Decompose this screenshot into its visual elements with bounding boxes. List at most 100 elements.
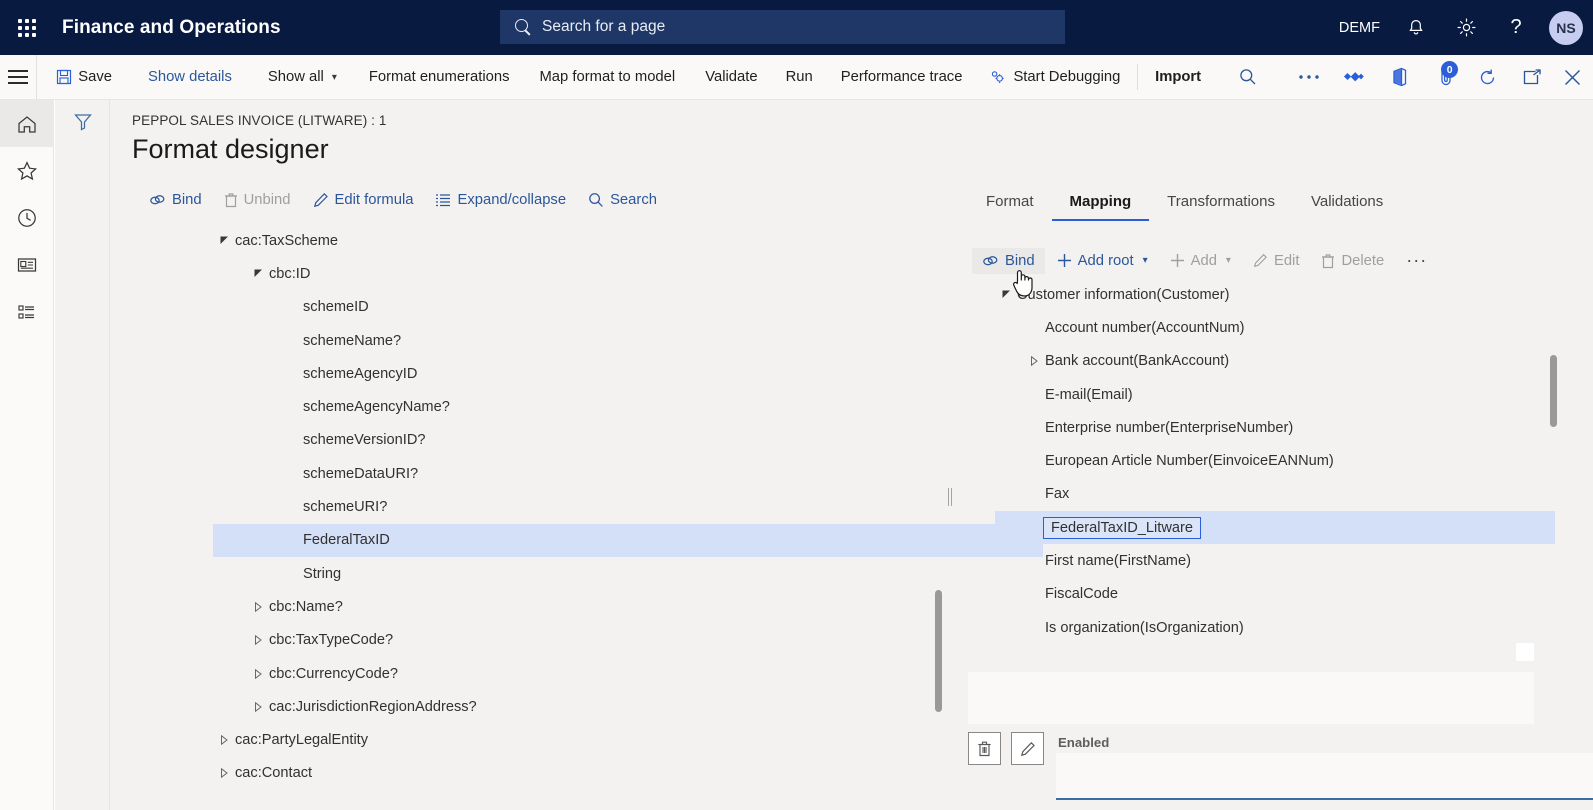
avatar[interactable]: NS [1549,10,1583,45]
global-search-input[interactable]: Search for a page [500,10,1065,44]
tree-node[interactable]: cac:Contact [213,757,1043,790]
tree-node[interactable]: schemeAgencyID [213,357,1043,390]
gear-icon[interactable] [1443,0,1489,55]
delete-button: Delete [1311,248,1394,274]
chevron-collapsed-icon[interactable] [1023,356,1045,367]
tree-node[interactable]: schemeDataURI? [213,457,1043,490]
page-title: Format designer [132,134,329,164]
bell-icon[interactable] [1393,0,1439,55]
workspace: PEPPOL SALES INVOICE (LITWARE) : 1 Forma… [110,100,1593,810]
show-details-button[interactable]: Show details [137,55,243,99]
hamburger-icon[interactable] [0,55,38,99]
tree-node[interactable]: Is organization(IsOrganization) [995,611,1555,644]
enabled-field[interactable] [1056,753,1593,798]
tree-node[interactable]: cac:TaxScheme [213,224,1043,257]
expand-collapse-button[interactable]: Expand/collapse [426,188,575,212]
chevron-collapsed-icon[interactable] [213,735,235,746]
share-diamond-icon[interactable] [1341,55,1366,99]
map-format-to-model-button[interactable]: Map format to model [528,55,686,99]
tree-node[interactable]: schemeAgencyName? [213,390,1043,423]
tree-node[interactable]: schemeURI? [213,490,1043,523]
tree-node[interactable]: String [213,557,1043,590]
tree-node[interactable]: Customer information(Customer) [995,278,1555,311]
sidebar-item-home[interactable] [0,100,54,147]
close-icon[interactable] [1560,55,1585,99]
tree-node[interactable]: Enterprise number(EnterpriseNumber) [995,411,1555,444]
chevron-collapsed-icon[interactable] [247,668,269,679]
format-tree-scrollbar[interactable] [935,590,942,712]
toolbar-label: Bind [1005,252,1035,269]
panel-splitter[interactable] [948,488,952,506]
attachment-icon[interactable]: 0 [1435,55,1460,99]
tree-node[interactable]: First name(FirstName) [995,544,1555,577]
tab-transformations[interactable]: Transformations [1149,187,1293,221]
add-root-button[interactable]: Add root ▾ [1047,248,1158,274]
search-button[interactable]: Search [579,188,666,212]
chevron-expanded-icon[interactable] [995,290,1017,299]
sidebar-item-favorites[interactable] [0,147,54,194]
bind-button[interactable]: Bind [972,247,1045,274]
validate-button[interactable]: Validate [694,55,768,99]
tree-node[interactable]: Account number(AccountNum) [995,311,1555,344]
ellipsis-icon[interactable] [1297,55,1322,99]
grid-resize-handle[interactable] [1516,643,1534,661]
tree-node[interactable]: FederalTaxID [213,523,1043,557]
filter-funnel-icon[interactable] [55,112,110,132]
question-mark-icon[interactable]: ? [1493,0,1539,55]
sidebar-item-recent[interactable] [0,194,54,241]
tree-node-label: Enterprise number(EnterpriseNumber) [1045,419,1294,436]
delete-button[interactable] [968,732,1001,765]
tree-node[interactable]: cbc:ID [213,257,1043,290]
trash-icon [978,741,991,757]
search-icon[interactable] [1236,55,1261,99]
app-launcher-icon[interactable] [0,0,54,55]
sidebar-item-modules[interactable] [0,288,54,335]
refresh-icon[interactable] [1475,55,1500,99]
office-app-icon[interactable] [1388,55,1413,99]
tree-node[interactable]: schemeVersionID? [213,424,1043,457]
tree-node[interactable]: Bank account(BankAccount) [995,345,1555,378]
tab-format[interactable]: Format [968,187,1052,221]
tree-node[interactable]: FederalTaxID_Litware [995,511,1555,545]
chevron-collapsed-icon[interactable] [247,635,269,646]
tree-node[interactable]: schemeID [213,291,1043,324]
more-options-button[interactable]: ··· [1396,245,1437,276]
import-button[interactable]: Import [1144,55,1212,99]
chevron-collapsed-icon[interactable] [247,701,269,712]
bind-button[interactable]: Bind [140,188,211,212]
tree-node[interactable]: European Article Number(EinvoiceEANNum) [995,444,1555,477]
save-icon [57,69,72,85]
show-all-dropdown[interactable]: Show all ▾ [257,55,348,99]
tab-validations[interactable]: Validations [1293,187,1401,221]
edit-button[interactable] [1011,732,1044,765]
performance-trace-button[interactable]: Performance trace [830,55,974,99]
run-button[interactable]: Run [775,55,824,99]
tree-node[interactable]: cbc:CurrencyCode? [213,657,1043,690]
chevron-expanded-icon[interactable] [213,236,235,245]
mapping-toolbar: Bind Add root ▾ Add ▾ Edit Delete ··· [972,245,1437,276]
tree-node[interactable]: cbc:Name? [213,590,1043,623]
clock-icon [18,208,36,227]
start-debugging-button[interactable]: Start Debugging [979,55,1131,99]
data-model-tree-scrollbar[interactable] [1550,355,1557,427]
tree-node[interactable]: cac:JurisdictionRegionAddress? [213,690,1043,723]
tree-node-label: Account number(AccountNum) [1045,319,1245,336]
tree-node[interactable]: E-mail(Email) [995,378,1555,411]
format-enumerations-button[interactable]: Format enumerations [358,55,521,99]
tree-node-label: String [303,565,342,582]
edit-formula-button[interactable]: Edit formula [304,188,423,212]
tab-mapping[interactable]: Mapping [1051,187,1150,221]
tree-node[interactable]: cac:PartyLegalEntity [213,723,1043,756]
sidebar-item-workspaces[interactable] [0,241,54,288]
tree-node[interactable]: schemeName? [213,324,1043,357]
chevron-expanded-icon[interactable] [247,269,269,278]
company-selector[interactable]: DEMF [1330,0,1389,55]
chevron-collapsed-icon[interactable] [247,601,269,612]
tree-node[interactable]: FiscalCode [995,578,1555,611]
save-button[interactable]: Save [45,55,123,99]
tree-node[interactable]: Fax [995,478,1555,511]
format-tree: cac:TaxScheme cbc:ID schemeID schemeName? sc… [213,224,1043,790]
open-in-new-window-icon[interactable] [1520,55,1545,99]
chevron-collapsed-icon[interactable] [213,768,235,779]
tree-node[interactable]: cbc:TaxTypeCode? [213,624,1043,657]
